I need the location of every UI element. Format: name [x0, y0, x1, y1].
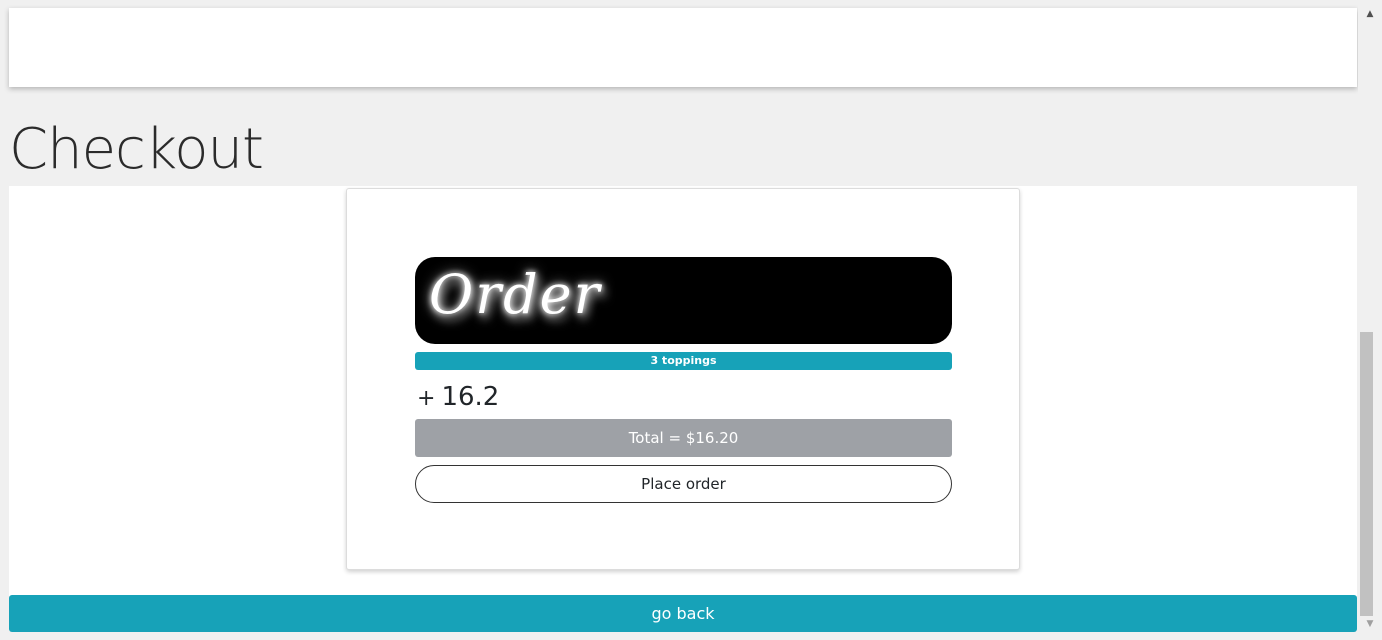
- order-banner-title: Order: [429, 263, 602, 326]
- order-banner: Order: [415, 257, 952, 344]
- scroll-down-arrow-icon[interactable]: ▼: [1358, 616, 1382, 632]
- top-panel: [9, 8, 1357, 87]
- place-order-button[interactable]: Place order: [415, 465, 952, 503]
- scrollbar-thumb[interactable]: [1360, 332, 1373, 616]
- toppings-badge: 3 toppings: [415, 352, 952, 370]
- price-sign: +: [417, 386, 436, 411]
- scroll-up-arrow-icon[interactable]: ▲: [1358, 6, 1382, 22]
- go-back-button[interactable]: go back: [9, 595, 1357, 632]
- page-title: Checkout: [9, 117, 264, 182]
- order-card: Order 3 toppings +16.2 Total = $16.20 Pl…: [346, 188, 1020, 570]
- vertical-scrollbar[interactable]: ▲ ▼: [1358, 0, 1382, 640]
- price-line: +16.2: [417, 379, 499, 418]
- total-display: Total = $16.20: [415, 419, 952, 457]
- page-viewport: Checkout Order 3 toppings +16.2 Total = …: [0, 0, 1358, 640]
- price-value: 16.2: [441, 382, 500, 412]
